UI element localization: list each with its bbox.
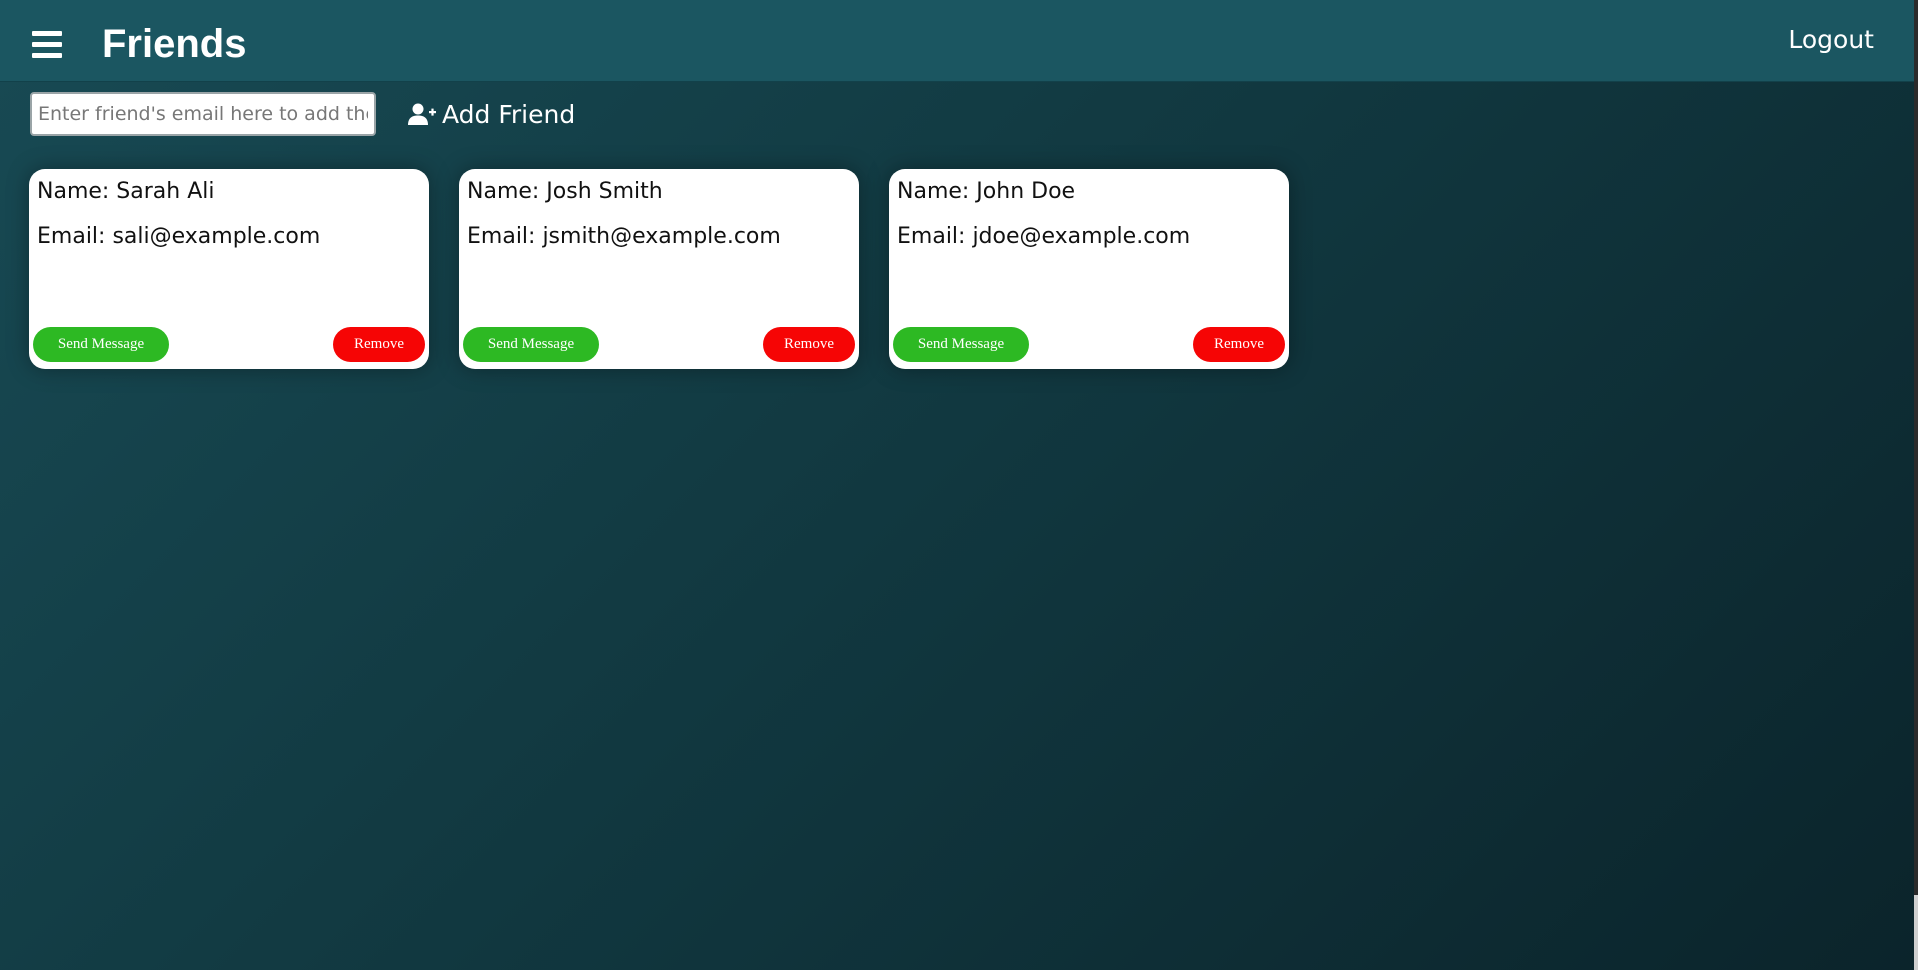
page-scrollbar[interactable] (1914, 0, 1918, 970)
send-message-button[interactable]: Send Message (33, 327, 169, 362)
send-message-button[interactable]: Send Message (463, 327, 599, 362)
hamburger-menu-icon[interactable] (32, 31, 62, 58)
add-friend-label: Add Friend (442, 99, 576, 129)
remove-friend-button[interactable]: Remove (763, 327, 855, 362)
friend-name: Name: John Doe (897, 179, 1076, 204)
logout-button[interactable]: Logout (1788, 22, 1874, 58)
friend-email: Email: jdoe@example.com (897, 224, 1191, 249)
scrollbar-thumb[interactable] (1914, 895, 1918, 970)
page-title: Friends (102, 22, 247, 66)
friend-email: Email: jsmith@example.com (467, 224, 781, 249)
friend-card: Name: Sarah Ali Email: sali@example.com … (29, 169, 429, 369)
friend-email: Email: sali@example.com (37, 224, 321, 249)
friend-name: Name: Sarah Ali (37, 179, 215, 204)
top-nav-bar: Friends Logout (0, 0, 1914, 82)
send-message-button[interactable]: Send Message (893, 327, 1029, 362)
friend-name: Name: Josh Smith (467, 179, 663, 204)
remove-friend-button[interactable]: Remove (333, 327, 425, 362)
friend-card: Name: Josh Smith Email: jsmith@example.c… (459, 169, 859, 369)
remove-friend-button[interactable]: Remove (1193, 327, 1285, 362)
friend-email-input[interactable] (30, 92, 376, 136)
friend-card: Name: John Doe Email: jdoe@example.com S… (889, 169, 1289, 369)
user-plus-icon (408, 102, 436, 126)
add-friend-button[interactable]: Add Friend (408, 96, 575, 132)
